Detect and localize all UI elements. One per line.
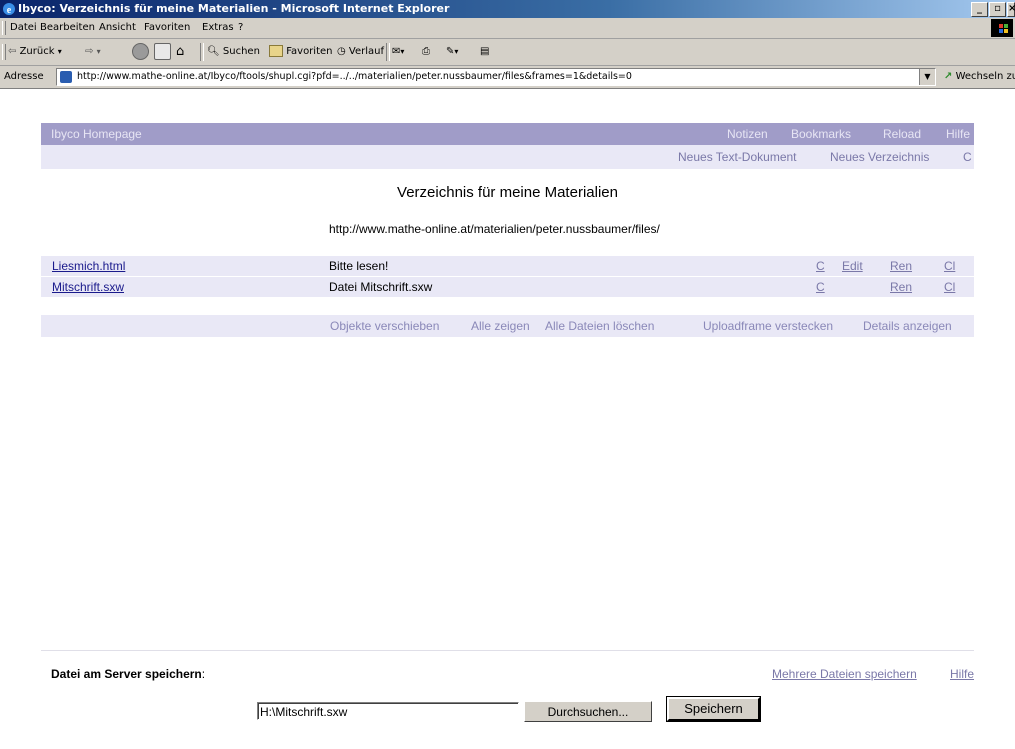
menu-ansicht[interactable]: Ansicht xyxy=(99,18,136,38)
stop-icon xyxy=(132,42,149,60)
window-title: Ibyco: Verzeichnis für meine Materialien… xyxy=(18,2,450,15)
page-title: Verzeichnis für meine Materialien xyxy=(397,184,618,201)
directory-path: http://www.mathe-online.at/materialien/p… xyxy=(329,222,660,236)
file-description: Bitte lesen! xyxy=(329,259,389,273)
menu-datei[interactable]: Datei xyxy=(10,18,37,38)
show-all-link[interactable]: Alle zeigen xyxy=(471,315,530,337)
edit-dropdown-icon: ▾ xyxy=(454,47,459,56)
rename-action-link[interactable]: Ren xyxy=(890,277,912,297)
upload-divider xyxy=(41,650,974,651)
close-button[interactable]: × xyxy=(1007,2,1015,17)
menu-bearbeiten[interactable]: Bearbeiten xyxy=(40,18,95,38)
history-button[interactable]: ◷ Verlauf xyxy=(337,39,384,65)
address-label: Adresse xyxy=(4,71,44,82)
search-button[interactable]: 🔍︎ Suchen xyxy=(207,39,260,65)
address-dropdown-icon[interactable]: ▼ xyxy=(919,69,935,85)
forward-arrow-icon: ⇨ xyxy=(85,46,94,57)
ibyco-homepage-link[interactable]: Ibyco Homepage xyxy=(51,123,142,145)
stop-button[interactable] xyxy=(132,39,149,65)
notizen-link[interactable]: Notizen xyxy=(727,123,768,145)
menu-extras[interactable]: Extras xyxy=(202,18,234,38)
file-link[interactable]: Mitschrift.sxw xyxy=(52,277,124,297)
favorites-button[interactable]: Favoriten xyxy=(269,39,333,65)
address-bar: Adresse http://www.mathe-online.at/Ibyco… xyxy=(0,66,1015,89)
move-objects-link[interactable]: Objekte verschieben xyxy=(330,315,439,337)
cl-action-link[interactable]: Cl xyxy=(944,256,955,276)
refresh-button[interactable] xyxy=(154,39,171,65)
menu-help[interactable]: ? xyxy=(238,18,243,38)
browse-button[interactable]: Durchsuchen... xyxy=(524,701,652,722)
address-url[interactable]: http://www.mathe-online.at/Ibyco/ftools/… xyxy=(77,69,632,85)
address-field[interactable]: http://www.mathe-online.at/Ibyco/ftools/… xyxy=(56,68,936,86)
print-icon: ⎙ xyxy=(422,46,430,57)
go-label: Wechseln zu xyxy=(955,71,1015,82)
back-dropdown-icon: ▾ xyxy=(57,47,62,56)
history-label: Verlauf xyxy=(348,46,385,57)
toolbar-separator xyxy=(386,43,390,61)
upload-help-link[interactable]: Hilfe xyxy=(950,667,974,681)
file-path-input[interactable]: H:\Mitschrift.sxw xyxy=(257,702,519,720)
cl-action-link[interactable]: Cl xyxy=(944,277,955,297)
forward-button[interactable]: ⇨ ▾ xyxy=(85,39,101,65)
svg-text:e: e xyxy=(7,5,12,16)
reload-link[interactable]: Reload xyxy=(883,123,921,145)
top-nav-bar: Ibyco Homepage Notizen Bookmarks Reload … xyxy=(41,123,974,145)
new-text-document-link[interactable]: Neues Text-Dokument xyxy=(678,145,797,169)
go-arrow-icon: ↗ xyxy=(944,71,953,82)
window-title-bar: e Ibyco: Verzeichnis für meine Materiali… xyxy=(0,0,1015,18)
file-link[interactable]: Liesmich.html xyxy=(52,256,125,276)
edit-button[interactable]: ✎▾ xyxy=(446,39,458,65)
c-link[interactable]: C xyxy=(963,145,972,169)
maximize-button[interactable]: ▫ xyxy=(989,2,1006,17)
print-button[interactable]: ⎙ xyxy=(422,39,430,65)
history-icon: ◷ xyxy=(337,46,346,57)
save-button[interactable]: Speichern xyxy=(666,696,761,722)
file-description: Datei Mitschrift.sxw xyxy=(329,280,433,294)
show-details-link[interactable]: Details anzeigen xyxy=(863,315,952,337)
back-button[interactable]: ⇦ Zurück ▾ xyxy=(8,39,62,65)
edit-action-link[interactable]: Edit xyxy=(842,256,863,276)
menu-bar: Datei Bearbeiten Ansicht Favoriten Extra… xyxy=(0,18,1015,39)
hilfe-link[interactable]: Hilfe xyxy=(946,123,970,145)
discuss-button[interactable]: ▤ xyxy=(480,39,489,65)
page-icon xyxy=(60,71,72,83)
upload-label: Datei am Server speichern: xyxy=(51,667,206,681)
page-content: Ibyco Homepage Notizen Bookmarks Reload … xyxy=(0,89,1015,749)
toolbar-grip xyxy=(2,21,6,35)
minimize-button[interactable]: _ xyxy=(971,2,988,17)
c-action-link[interactable]: C xyxy=(816,256,825,276)
delete-all-files-link[interactable]: Alle Dateien löschen xyxy=(545,315,654,337)
file-actions-bar: Objekte verschieben Alle zeigen Alle Dat… xyxy=(41,315,974,337)
forward-dropdown-icon: ▾ xyxy=(96,47,101,56)
windows-logo-icon xyxy=(991,19,1013,37)
internet-explorer-icon: e xyxy=(3,3,15,16)
menu-favoriten[interactable]: Favoriten xyxy=(144,18,190,38)
mail-dropdown-icon: ▾ xyxy=(400,47,405,56)
refresh-icon xyxy=(154,42,171,60)
search-icon: 🔍︎ xyxy=(207,46,220,57)
bookmarks-link[interactable]: Bookmarks xyxy=(791,123,851,145)
c-action-link[interactable]: C xyxy=(816,277,825,297)
back-label: Zurück xyxy=(19,46,55,57)
discuss-icon: ▤ xyxy=(480,46,490,57)
new-directory-link[interactable]: Neues Verzeichnis xyxy=(830,145,929,169)
search-label: Suchen xyxy=(222,46,260,57)
hide-uploadframe-link[interactable]: Uploadframe verstecken xyxy=(703,315,833,337)
home-button[interactable]: ⌂ xyxy=(176,39,184,65)
sub-nav-bar: Neues Text-Dokument Neues Verzeichnis C xyxy=(41,145,974,169)
navigation-toolbar: ⇦ Zurück ▾ ⇨ ▾ ⌂ 🔍︎ Suchen Favoriten ◷ V… xyxy=(0,39,1015,66)
save-multiple-files-link[interactable]: Mehrere Dateien speichern xyxy=(772,667,917,681)
favorites-icon xyxy=(269,45,283,57)
table-row: Liesmich.html Bitte lesen! C Edit Ren Cl xyxy=(41,256,974,276)
favorites-label: Favoriten xyxy=(286,46,333,57)
toolbar-separator xyxy=(200,43,204,61)
mail-button[interactable]: ✉▾ xyxy=(392,39,404,65)
rename-action-link[interactable]: Ren xyxy=(890,256,912,276)
go-button[interactable]: ↗ Wechseln zu xyxy=(944,66,1015,88)
back-arrow-icon: ⇦ xyxy=(8,46,17,57)
toolbar-grip xyxy=(2,44,6,60)
table-row: Mitschrift.sxw Datei Mitschrift.sxw C Re… xyxy=(41,277,974,297)
home-icon: ⌂ xyxy=(176,44,185,59)
